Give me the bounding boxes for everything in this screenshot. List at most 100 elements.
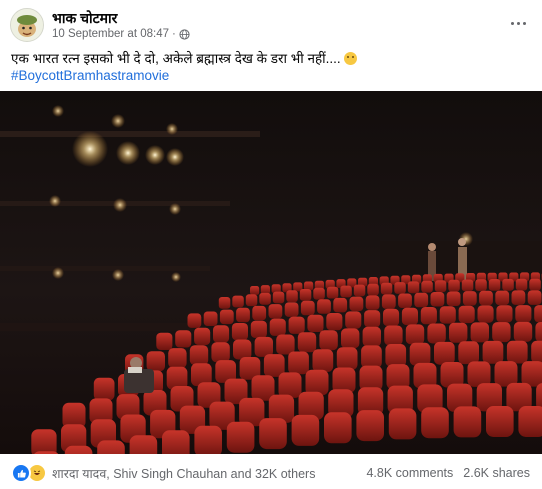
- shares-count[interactable]: 2.6K shares: [463, 466, 530, 480]
- theatre-seat: [488, 279, 501, 291]
- theatre-seat: [276, 334, 295, 355]
- theatre-seat: [380, 282, 393, 295]
- more-options-button[interactable]: [504, 12, 532, 34]
- theatre-seat: [259, 418, 287, 450]
- theatre-seat: [194, 327, 211, 346]
- theatre-seat: [288, 316, 305, 334]
- cartoon-avatar-icon: [11, 9, 43, 41]
- theatre-seat: [430, 292, 445, 307]
- theatre-seat: [291, 414, 320, 446]
- theatre-seat: [361, 345, 382, 369]
- theatre-seat: [319, 330, 338, 351]
- theatre-seat: [394, 282, 406, 294]
- theatre-seat: [515, 305, 532, 323]
- theatre-seat: [250, 320, 267, 338]
- theatre-seat: [446, 291, 461, 306]
- theatre-seat: [421, 407, 449, 439]
- globe-icon[interactable]: [179, 28, 190, 40]
- theatre-seat: [439, 306, 456, 324]
- theatre-seat: [168, 348, 187, 369]
- theatre-seat: [97, 440, 125, 454]
- reactors-text: शारदा यादव, Shiv Singh Chauhan and 32K o…: [52, 466, 316, 481]
- theatre-seat: [362, 326, 381, 347]
- theatre-seat: [434, 280, 447, 293]
- theatre-seat: [297, 332, 317, 353]
- theatre-seat: [146, 351, 165, 372]
- theatre-seat: [506, 340, 528, 364]
- theatre-seat: [467, 361, 491, 387]
- theatre-seat: [448, 279, 460, 292]
- theatre-seat: [336, 347, 358, 370]
- theatre-seat: [254, 336, 273, 357]
- theatre-seat: [407, 281, 420, 294]
- theatre-seat: [349, 296, 364, 312]
- theatre-seat: [333, 297, 348, 313]
- theatre-seat: [268, 304, 283, 319]
- theatre-seat: [384, 325, 403, 346]
- theatre-seat: [341, 328, 360, 349]
- theatre-seat: [518, 406, 542, 437]
- theatre-seat: [326, 313, 343, 331]
- author-name[interactable]: भाक चोटमार: [52, 9, 117, 28]
- theatre-seat: [231, 323, 248, 341]
- theatre-seat: [434, 341, 455, 365]
- theatre-seat: [482, 340, 504, 364]
- like-reaction-icon: [11, 463, 31, 483]
- theatre-seat: [260, 285, 270, 295]
- theatre-seat: [414, 292, 429, 308]
- theatre-seat: [531, 340, 542, 364]
- theatre-seat: [219, 309, 234, 325]
- theatre-seat: [226, 421, 255, 453]
- theatre-seat: [300, 300, 315, 316]
- theatre-seat: [427, 323, 446, 344]
- theatre-seat: [477, 305, 494, 323]
- theatre-seat: [364, 310, 381, 328]
- post-photo[interactable]: [0, 91, 542, 454]
- theatre-seat: [194, 425, 222, 454]
- reactions-summary[interactable]: शारदा यादव, Shiv Singh Chauhan and 32K o…: [11, 463, 315, 483]
- theatre-seat: [511, 290, 526, 305]
- theatre-seat: [421, 280, 433, 293]
- theatre-seat: [345, 311, 362, 329]
- theatre-seat: [299, 289, 312, 301]
- theatre-seat: [521, 361, 542, 387]
- theatre-seat: [462, 291, 477, 306]
- author-avatar[interactable]: [10, 8, 44, 42]
- theatre-seat: [420, 307, 437, 325]
- theatre-seat: [213, 325, 230, 343]
- more-options-icon: [509, 21, 527, 25]
- theatre-seat: [187, 313, 202, 328]
- theatre-seat: [278, 372, 302, 398]
- theatre-seat: [284, 302, 299, 317]
- theatre-seat: [492, 322, 511, 343]
- theatre-seat: [529, 278, 541, 291]
- theatre-seat: [332, 367, 356, 393]
- theatre-seat: [449, 322, 468, 343]
- theatre-seat: [317, 299, 331, 314]
- theatre-seat: [93, 377, 115, 401]
- theatre-seat: [340, 285, 352, 298]
- hashtag-link[interactable]: #BoycottBramhastramovie: [11, 68, 169, 83]
- theatre-seat: [353, 284, 366, 297]
- theatre-seat: [64, 445, 93, 454]
- theatre-seat: [475, 279, 487, 291]
- post-header: भाक चोटमार 10 September at 08:47 ·: [10, 8, 532, 42]
- post-date[interactable]: 10 September at 08:47: [52, 28, 169, 40]
- theatre-seat: [250, 286, 260, 295]
- theatre-seat: [288, 351, 309, 375]
- theatre-seat: [236, 307, 250, 323]
- theatre-seat: [324, 412, 352, 444]
- theatre-seat: [189, 345, 209, 366]
- theatre-seat: [496, 305, 513, 323]
- theatre-seat: [313, 287, 325, 300]
- theatre-seat: [211, 342, 230, 363]
- theatre-seat: [513, 321, 533, 342]
- post-meta: 10 September at 08:47 ·: [52, 28, 190, 40]
- comments-count[interactable]: 4.8K comments: [366, 466, 453, 480]
- theatre-seat: [312, 349, 334, 372]
- meta-separator: ·: [172, 28, 176, 40]
- grinning-emoji-icon: [343, 52, 357, 65]
- theatre-seat: [385, 344, 407, 367]
- theatre-seat: [367, 283, 379, 296]
- theatre-seat: [401, 307, 418, 326]
